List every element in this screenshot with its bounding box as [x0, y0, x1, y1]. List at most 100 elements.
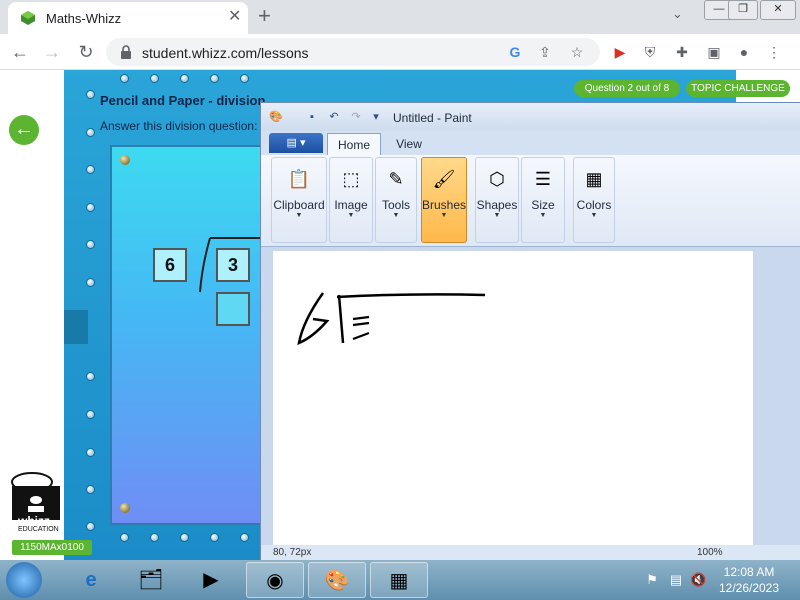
rivet — [180, 533, 189, 542]
start-button-icon[interactable] — [6, 562, 42, 598]
google-lens-icon[interactable]: G — [506, 43, 524, 61]
rivet — [86, 240, 95, 249]
clipboard-icon: 📋 — [287, 169, 311, 189]
rivet — [240, 533, 249, 542]
flag-icon[interactable]: ⚑ — [644, 572, 660, 588]
paint-canvas[interactable] — [273, 251, 753, 545]
network-icon[interactable]: ▤ — [668, 572, 684, 588]
profile-avatar-icon[interactable]: ● — [734, 42, 754, 62]
rivet — [150, 74, 159, 83]
side-panel-icon[interactable]: ▣ — [704, 42, 724, 62]
select-icon: ⬚ — [342, 169, 360, 189]
colors-label: Colors — [576, 198, 612, 212]
rivet — [210, 74, 219, 83]
shapes-label: Shapes — [476, 198, 518, 212]
browser-tab[interactable]: Maths-Whizz ✕ — [8, 2, 248, 34]
division-board — [110, 145, 270, 525]
tab-search-chevron-icon[interactable]: ⌄ — [672, 6, 683, 22]
screw — [120, 503, 130, 513]
chevron-down-icon: ▼ — [590, 212, 598, 219]
undo-icon[interactable]: ↶ — [327, 110, 341, 124]
lock-icon — [121, 45, 131, 59]
save-icon[interactable]: ▪ — [305, 110, 319, 124]
paint-file-menu-button[interactable]: ▤ ▾ — [269, 133, 323, 153]
lesson-title: Pencil and Paper - division — [100, 93, 266, 108]
file-explorer-icon[interactable]: 🗂 — [122, 562, 180, 598]
tools-group[interactable]: ✎ Tools ▼ — [375, 157, 417, 243]
internet-explorer-icon[interactable]: e — [62, 562, 120, 598]
paint-status-bar: 80, 72px 100% — [261, 545, 800, 561]
new-tab-button[interactable]: + — [258, 4, 271, 28]
extensions-puzzle-icon[interactable]: ✚ — [672, 42, 692, 62]
paint-window: 🎨 ▪ ↶ ↷ ▾ Untitled - Paint ▤ ▾ Home View… — [260, 102, 800, 561]
canvas-area — [261, 247, 800, 545]
divisor-box: 6 — [153, 248, 187, 282]
colors-group[interactable]: ▦ Colors ▼ — [573, 157, 615, 243]
forward-arrow-icon[interactable]: → — [40, 40, 64, 64]
rivet — [86, 278, 95, 287]
back-button[interactable]: ← — [9, 115, 39, 145]
frame-side-handle — [64, 310, 88, 344]
zoom-level: 100% — [697, 547, 723, 558]
student-code-badge: 1150MAx0100 — [12, 540, 92, 555]
rivet — [86, 128, 95, 137]
rivet — [86, 448, 95, 457]
kebab-menu-icon[interactable]: ⋮ — [764, 42, 784, 62]
chevron-down-icon: ▼ — [392, 212, 400, 219]
tab-view[interactable]: View — [385, 133, 433, 155]
whizz-logo-subtext: EDUCATION — [18, 526, 59, 533]
close-window-button[interactable]: ✕ — [760, 0, 796, 20]
rivet — [86, 372, 95, 381]
lesson-instruction: Answer this division question: — [100, 119, 258, 133]
brushes-group[interactable]: 🖌 Brushes ▼ — [421, 157, 467, 243]
url-text: student.whizz.com/lessons — [142, 45, 309, 61]
size-group[interactable]: ☰ Size ▼ — [521, 157, 565, 243]
rivet — [86, 90, 95, 99]
tab-close-icon[interactable]: ✕ — [228, 8, 241, 26]
speaker-muted-icon[interactable]: 🔇 — [690, 572, 706, 588]
rivet — [86, 522, 95, 531]
address-bar[interactable]: student.whizz.com/lessons G ⇪ ☆ — [106, 38, 600, 66]
paint-title-bar: 🎨 ▪ ↶ ↷ ▾ Untitled - Paint — [261, 103, 800, 131]
answer-input[interactable] — [216, 292, 250, 326]
screw — [120, 155, 130, 165]
tab-home[interactable]: Home — [327, 133, 381, 155]
paint-taskbar-icon[interactable]: 🎨 — [308, 562, 366, 598]
maximize-button[interactable]: ❐ — [728, 0, 758, 20]
rivet — [86, 410, 95, 419]
chevron-down-icon: ▼ — [493, 212, 501, 219]
paint-app-icon[interactable]: 🎨 — [269, 110, 283, 124]
rivet — [86, 203, 95, 212]
cursor-position: 80, 72px — [273, 547, 312, 558]
clipboard-label: Clipboard — [273, 198, 325, 212]
whizz-favicon-icon — [21, 11, 35, 25]
chrome-icon[interactable]: ◉ — [246, 562, 304, 598]
shapes-group[interactable]: ⬡ Shapes ▼ — [475, 157, 519, 243]
reload-icon[interactable]: ↻ — [74, 40, 98, 64]
rivet — [150, 533, 159, 542]
shapes-icon: ⬡ — [489, 169, 505, 189]
brushes-label: Brushes — [422, 198, 467, 212]
media-player-icon[interactable]: ▶ — [182, 562, 240, 598]
paint-ribbon-tabs: ▤ ▾ Home View — [261, 131, 800, 155]
calculator-icon[interactable]: ▦ — [370, 562, 428, 598]
customize-toolbar-icon[interactable]: ▾ — [369, 110, 383, 124]
clipboard-group[interactable]: 📋 Clipboard ▼ — [271, 157, 327, 243]
share-icon[interactable]: ⇪ — [536, 43, 554, 61]
topic-challenge-badge: TOPIC CHALLENGE — [686, 80, 790, 97]
shield-extension-icon[interactable]: ⛨ — [640, 42, 660, 62]
back-arrow-icon[interactable]: ← — [8, 40, 32, 64]
line-size-icon: ☰ — [534, 169, 552, 189]
paint-ribbon: 📋 Clipboard ▼ ⬚ Image ▼ ✎ Tools ▼ 🖌 Brus… — [261, 155, 800, 247]
system-clock[interactable]: 12:08 AM 12/26/2023 — [712, 564, 786, 596]
size-label: Size — [531, 198, 555, 212]
bookmark-star-icon[interactable]: ☆ — [568, 43, 586, 61]
color-palette-icon: ▦ — [585, 169, 603, 189]
extension-red-icon[interactable]: ▶ — [610, 42, 630, 62]
redo-icon[interactable]: ↷ — [349, 110, 363, 124]
image-group[interactable]: ⬚ Image ▼ — [329, 157, 373, 243]
handwritten-drawing — [297, 292, 486, 346]
image-label: Image — [334, 198, 368, 212]
chevron-down-icon: ▼ — [539, 212, 547, 219]
question-counter-badge: Question 2 out of 8 — [574, 80, 680, 97]
